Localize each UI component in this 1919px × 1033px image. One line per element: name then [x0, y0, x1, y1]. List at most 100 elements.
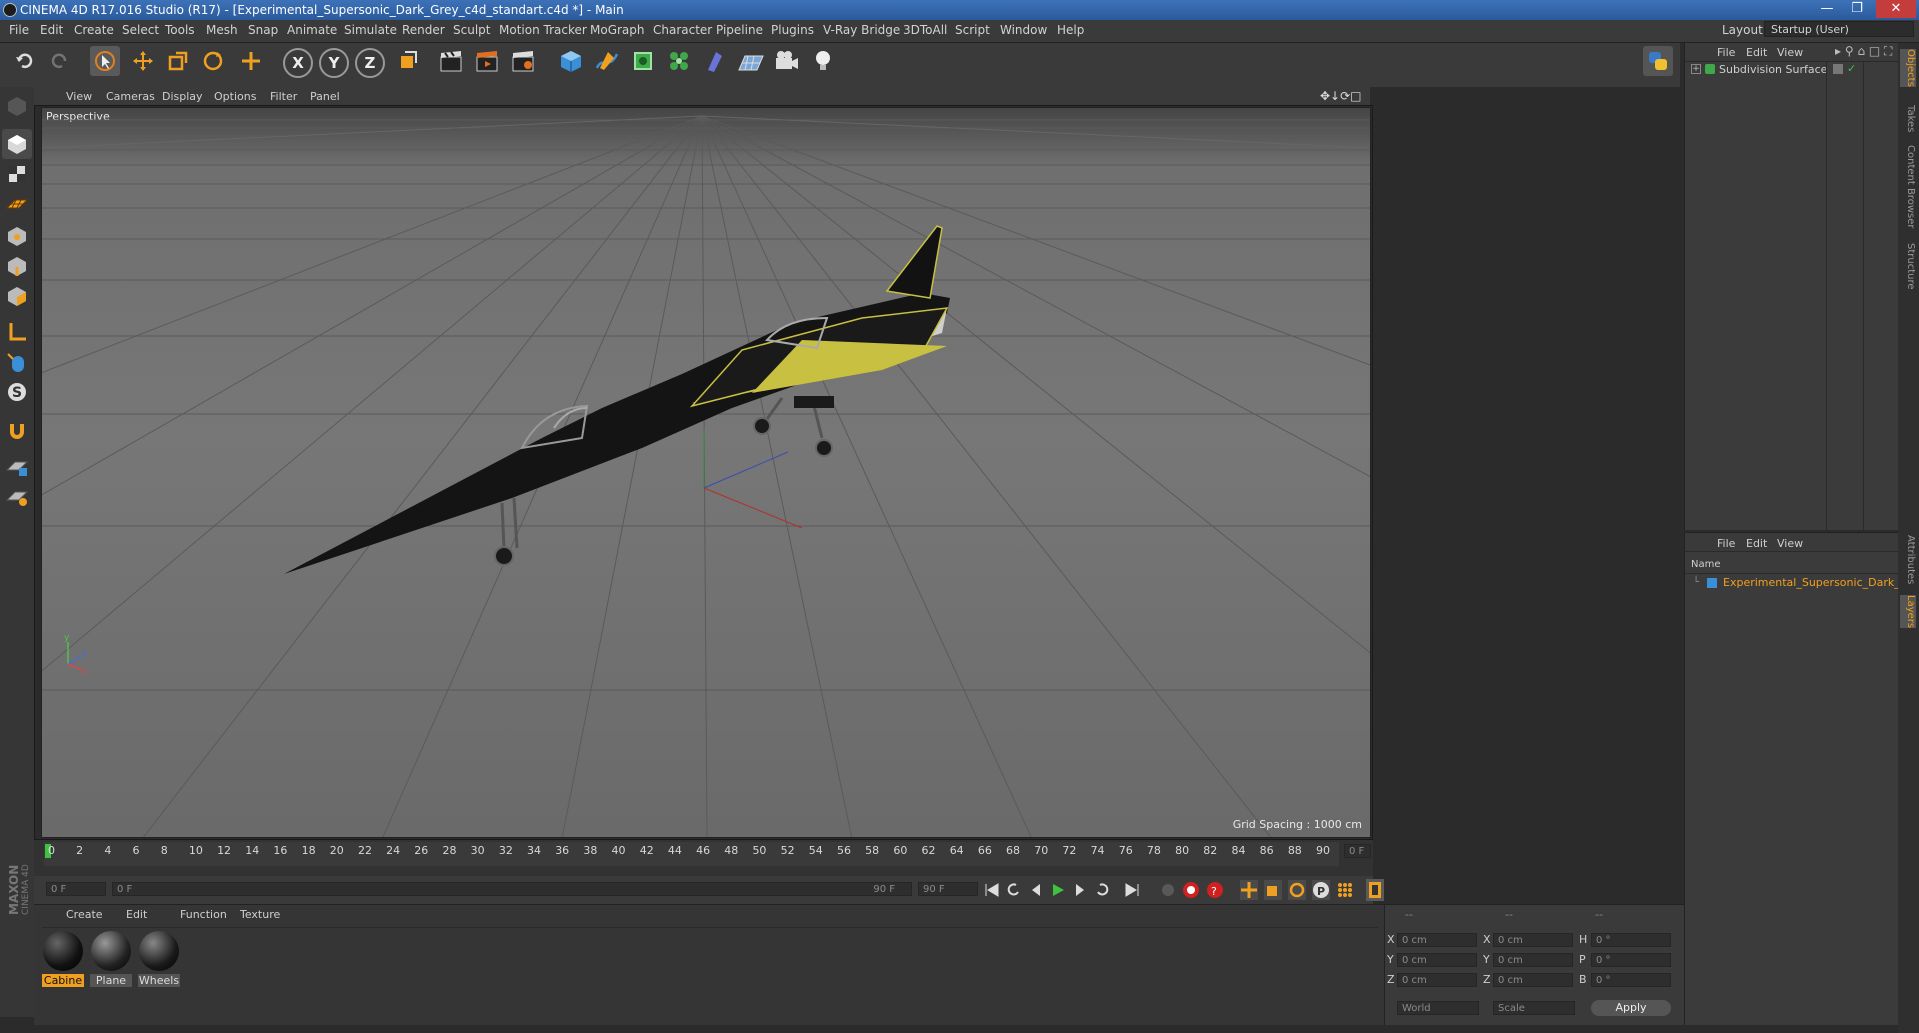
menu-window[interactable]: Window	[1000, 23, 1047, 37]
transform-tool-button[interactable]	[236, 46, 266, 76]
play-button[interactable]	[1050, 880, 1066, 900]
menu-edit[interactable]: Edit	[40, 23, 63, 37]
object-menu-edit[interactable]: Edit	[1746, 46, 1767, 59]
deformer-button[interactable]	[700, 46, 730, 76]
menu-snap[interactable]: Snap	[248, 23, 278, 37]
go-to-start-button[interactable]	[984, 880, 1000, 900]
viewport-menu-filter[interactable]: Filter	[270, 90, 297, 103]
position-x-field[interactable]: 0 cm	[1397, 933, 1477, 947]
timeline-window-button[interactable]	[1366, 879, 1384, 901]
tab-content-browser[interactable]: Content Browser	[1900, 145, 1916, 228]
material-swatch[interactable]: Cabine	[42, 931, 84, 991]
rotation-b-field[interactable]: 0 °	[1591, 973, 1671, 987]
rotation-p-field[interactable]: 0 °	[1591, 953, 1671, 967]
close-button[interactable]: ✕	[1876, 0, 1916, 18]
viewport-menu-panel[interactable]: Panel	[310, 90, 340, 103]
menu-create[interactable]: Create	[74, 23, 114, 37]
render-to-picture-viewer-button[interactable]	[472, 46, 502, 76]
layer-row[interactable]: └ Experimental_Supersonic_Dark_Gr	[1685, 575, 1899, 591]
minimize-button[interactable]: —	[1812, 0, 1842, 18]
record-button[interactable]	[1182, 880, 1200, 900]
subdivision-surface-button[interactable]	[628, 46, 658, 76]
cloner-button[interactable]	[664, 46, 694, 76]
position-z-field[interactable]: 0 cm	[1397, 973, 1477, 987]
x-axis-lock-button[interactable]: X	[283, 48, 313, 78]
viewport-menu-options[interactable]: Options	[214, 90, 256, 103]
key-rotation-button[interactable]	[1288, 880, 1306, 900]
menu-simulate[interactable]: Simulate	[344, 23, 397, 37]
next-key-button[interactable]	[1094, 880, 1110, 900]
menu-animate[interactable]: Animate	[287, 23, 337, 37]
spline-pen-button[interactable]	[592, 46, 622, 76]
texture-mode-button[interactable]	[2, 159, 32, 189]
key-pla-button[interactable]	[1336, 880, 1354, 900]
render-view-button[interactable]	[436, 46, 466, 76]
menu-pipeline[interactable]: Pipeline	[716, 23, 763, 37]
floor-button[interactable]	[736, 46, 766, 76]
timeline-ruler[interactable]: 0 2 4 6 8 10 12 14 16 18 20 22 24 26 28 30 32 34 36 38 40 42 4…	[34, 840, 1373, 878]
render-settings-button[interactable]	[508, 46, 538, 76]
snapping-button[interactable]: S	[2, 377, 32, 407]
layer-menu-file[interactable]: File	[1717, 537, 1735, 550]
maximize-button[interactable]: ❐	[1842, 0, 1872, 18]
viewport-navigation-icons[interactable]: ✥↓⟳□	[1320, 89, 1362, 103]
workplane-lock-button[interactable]	[2, 451, 32, 481]
position-y-field[interactable]: 0 cm	[1397, 953, 1477, 967]
make-editable-button[interactable]	[2, 91, 32, 121]
move-tool-button[interactable]	[128, 46, 158, 76]
y-axis-lock-button[interactable]: Y	[319, 48, 349, 78]
light-button[interactable]	[808, 46, 838, 76]
expand-toggle-icon[interactable]: +	[1691, 64, 1701, 74]
cube-object-button[interactable]	[556, 46, 586, 76]
start-frame-field[interactable]: 0 F	[46, 882, 106, 896]
menu-render[interactable]: Render	[402, 23, 445, 37]
coordinate-mode-dropdown[interactable]: World	[1397, 1001, 1479, 1015]
polygons-mode-button[interactable]	[2, 281, 32, 311]
menu-vray-bridge[interactable]: V-Ray Bridge	[823, 23, 900, 37]
layer-menu-view[interactable]: View	[1777, 537, 1803, 550]
end-frame-field[interactable]: 90 F	[918, 882, 978, 896]
object-visibility-icon[interactable]	[1833, 64, 1843, 74]
size-mode-dropdown[interactable]: Scale	[1493, 1001, 1575, 1015]
tab-structure[interactable]: Structure	[1900, 243, 1916, 290]
camera-button[interactable]	[772, 46, 802, 76]
menu-motion-tracker[interactable]: Motion Tracker	[499, 23, 587, 37]
perspective-viewport[interactable]: Perspective y x z Grid Spacing: 1000 cm	[41, 107, 1371, 838]
menu-file[interactable]: File	[9, 23, 29, 37]
undo-button[interactable]	[10, 46, 40, 76]
rotation-h-field[interactable]: 0 °	[1591, 933, 1671, 947]
material-menu-texture[interactable]: Texture	[240, 908, 280, 921]
scale-tool-button[interactable]	[163, 46, 193, 76]
model-mode-button[interactable]	[2, 129, 32, 159]
material-swatch[interactable]: Plane	[90, 931, 132, 991]
redo-button[interactable]	[44, 46, 74, 76]
tweak-mode-button[interactable]	[2, 347, 32, 377]
points-mode-button[interactable]	[2, 221, 32, 251]
material-swatch[interactable]: Wheels	[138, 931, 180, 991]
key-position-button[interactable]	[1240, 880, 1258, 900]
z-axis-lock-button[interactable]: Z	[355, 48, 385, 78]
workplane-mode-button[interactable]	[2, 189, 32, 219]
frame-range-slider[interactable]: 0 F 90 F	[112, 882, 912, 896]
object-row[interactable]: + Subdivision Surface ✓	[1685, 62, 1899, 78]
current-frame-field[interactable]: 0 F	[1344, 844, 1371, 858]
previous-frame-button[interactable]	[1028, 880, 1044, 900]
menu-select[interactable]: Select	[122, 23, 159, 37]
layer-menu-edit[interactable]: Edit	[1746, 537, 1767, 550]
apply-button[interactable]: Apply	[1591, 1000, 1671, 1016]
size-y-field[interactable]: 0 cm	[1493, 953, 1573, 967]
menu-character[interactable]: Character	[653, 23, 712, 37]
object-menu-file[interactable]: File	[1717, 46, 1735, 59]
previous-key-button[interactable]	[1006, 880, 1022, 900]
tab-takes[interactable]: Takes	[1900, 105, 1916, 132]
viewport-menu-view[interactable]: View	[66, 90, 92, 103]
size-z-field[interactable]: 0 cm	[1493, 973, 1573, 987]
layer-object-name[interactable]: Experimental_Supersonic_Dark_Gr	[1723, 576, 1899, 589]
object-menu-view[interactable]: View	[1777, 46, 1803, 59]
layout-dropdown[interactable]: Startup (User)	[1764, 21, 1914, 37]
key-scale-button[interactable]	[1264, 880, 1282, 900]
object-name[interactable]: Subdivision Surface	[1719, 63, 1827, 76]
viewport-menu-cameras[interactable]: Cameras	[106, 90, 155, 103]
python-script-button[interactable]	[1643, 46, 1673, 76]
go-to-end-button[interactable]	[1124, 880, 1140, 900]
